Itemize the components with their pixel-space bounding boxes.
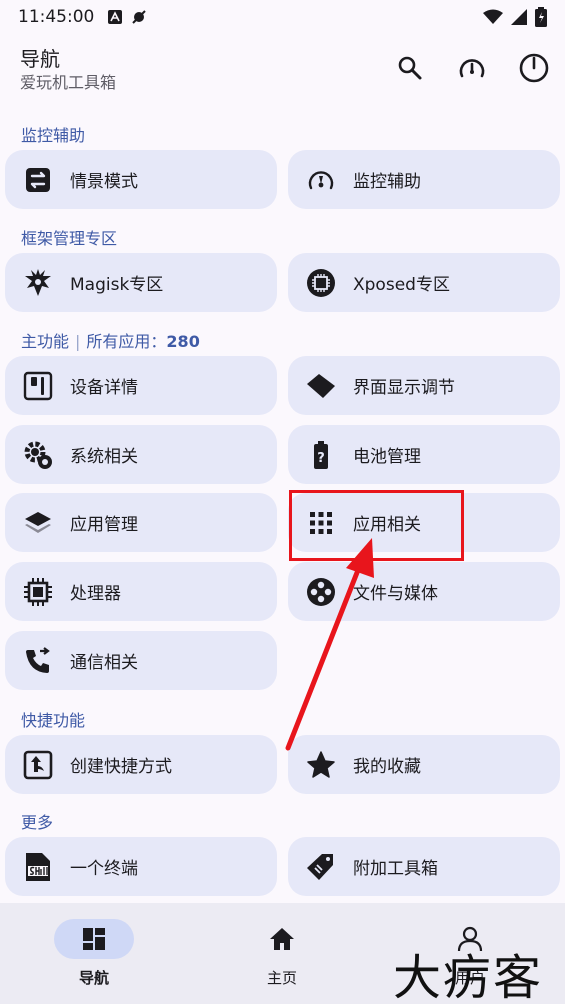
gear-icon [22, 439, 54, 471]
shortcut-icon [22, 749, 54, 781]
svg-text:?: ? [317, 451, 325, 466]
card-battery[interactable]: ? 电池管理 [288, 425, 560, 484]
nav-label-navigation: 导航 [78, 969, 109, 987]
card-label: 附加工具箱 [353, 859, 438, 879]
power-button[interactable] [518, 52, 550, 84]
status-bar: 11:45:00 [0, 0, 565, 34]
search-button[interactable] [394, 52, 426, 84]
card-label: 系统相关 [70, 447, 138, 467]
section-framework: 框架管理专区 [21, 229, 118, 248]
notification-mute-icon [132, 10, 147, 24]
card-magisk[interactable]: Magisk专区 [5, 253, 277, 312]
nav-indicator [242, 919, 322, 959]
gauge-icon [305, 164, 337, 196]
card-favorites[interactable]: 我的收藏 [288, 735, 560, 794]
layers-icon [22, 507, 54, 539]
card-communication[interactable]: 通信相关 [5, 631, 277, 690]
section-more: 更多 [21, 813, 54, 832]
card-label: Magisk专区 [70, 275, 164, 295]
card-files-media[interactable]: 文件与媒体 [288, 562, 560, 621]
notification-a-icon [108, 10, 123, 24]
section-main-apps-label: 所有应用： [86, 332, 167, 351]
card-label: 设备详情 [70, 378, 138, 398]
card-extra-tools[interactable]: 附加工具箱 [288, 837, 560, 896]
wifi-icon [483, 9, 503, 24]
power-icon [519, 53, 549, 83]
card-label: 电池管理 [353, 447, 421, 467]
card-scene-mode[interactable]: 情景模式 [5, 150, 277, 209]
card-label: 文件与媒体 [353, 584, 438, 604]
home-icon [270, 928, 294, 950]
card-system[interactable]: 系统相关 [5, 425, 277, 484]
swap-icon [22, 164, 54, 196]
card-monitor-assist[interactable]: 监控辅助 [288, 150, 560, 209]
card-label: Xposed专区 [353, 275, 450, 295]
card-processor[interactable]: 处理器 [5, 562, 277, 621]
card-label: 通信相关 [70, 653, 138, 673]
card-label: 应用管理 [70, 515, 138, 535]
star-icon [305, 749, 337, 781]
signal-icon [511, 9, 527, 25]
nav-item-home[interactable]: 主页 [188, 903, 376, 1004]
display-icon [305, 370, 337, 402]
card-app-manage[interactable]: 应用管理 [5, 493, 277, 552]
card-label: 我的收藏 [353, 757, 421, 777]
card-label: 一个终端 [70, 859, 138, 879]
speedometer-button[interactable] [456, 52, 488, 84]
battery-unknown-icon: ? [305, 439, 337, 471]
card-label: 监控辅助 [353, 172, 421, 192]
status-time: 11:45:00 [18, 7, 95, 27]
card-device-info[interactable]: 设备详情 [5, 356, 277, 415]
app-bar: 导航 爱玩机工具箱 [20, 46, 550, 98]
section-main: 主功能 | 所有应用：280 [21, 332, 200, 351]
shell-icon [22, 851, 54, 883]
card-display-adjust[interactable]: 界面显示调节 [288, 356, 560, 415]
dashboard-icon [83, 928, 105, 950]
device-icon [22, 370, 54, 402]
battery-icon [535, 7, 547, 27]
cpu-icon [22, 576, 54, 608]
card-label: 处理器 [70, 584, 121, 604]
film-reel-icon [305, 576, 337, 608]
app-count: 280 [166, 332, 200, 351]
magisk-icon [22, 267, 54, 299]
card-terminal[interactable]: 一个终端 [5, 837, 277, 896]
phone-forward-icon [22, 645, 54, 677]
watermark-text: 大疠客 [393, 950, 544, 1004]
annotation-highlight-box [289, 490, 464, 561]
tag-icon [305, 851, 337, 883]
card-label: 创建快捷方式 [70, 757, 172, 777]
section-main-label: 主功能 [21, 332, 70, 351]
section-monitor: 监控辅助 [21, 126, 86, 145]
nav-label-home: 主页 [266, 969, 297, 987]
search-icon [398, 56, 422, 80]
card-xposed[interactable]: Xposed专区 [288, 253, 560, 312]
section-shortcuts: 快捷功能 [21, 711, 86, 730]
card-label: 情景模式 [70, 172, 138, 192]
nav-indicator [54, 919, 134, 959]
card-label: 界面显示调节 [353, 378, 455, 398]
chip-circle-icon [305, 267, 337, 299]
nav-item-navigation[interactable]: 导航 [0, 903, 188, 1004]
speedometer-icon [459, 59, 485, 78]
card-create-shortcut[interactable]: 创建快捷方式 [5, 735, 277, 794]
